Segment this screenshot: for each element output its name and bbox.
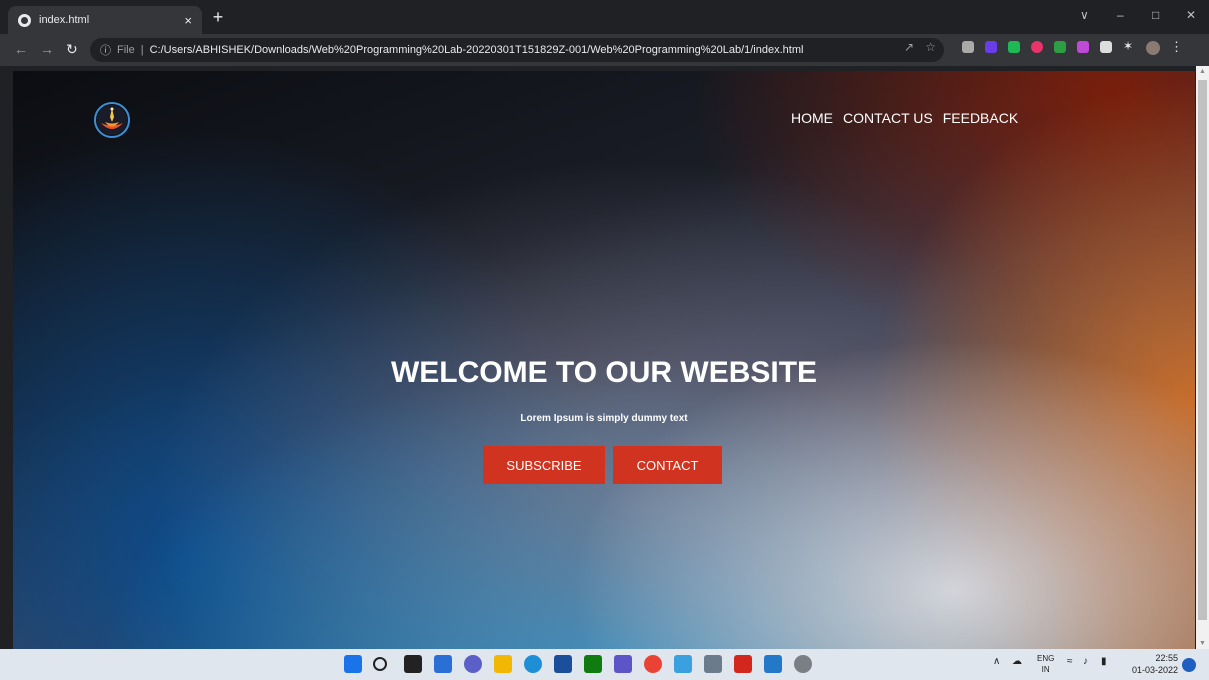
clock-date: 01-03-2022 [1131,665,1178,675]
logo-icon[interactable] [93,101,131,139]
taskbar [0,649,1209,680]
search-icon[interactable] [373,657,387,671]
language-indicator[interactable]: ENG IN [1037,653,1054,675]
maximize-icon[interactable]: □ [1152,8,1159,22]
forward-icon[interactable]: → [40,41,54,57]
notification-icon[interactable] [1182,658,1196,672]
clock[interactable]: 22:55 01-03-2022 [1128,652,1178,676]
globe-icon [18,13,31,27]
contact-button[interactable]: CONTACT [613,446,722,484]
violet-extension-icon[interactable] [1077,41,1089,53]
url-text: C:/Users/ABHISHEK/Downloads/Web%20Progra… [149,44,804,56]
subscribe-button[interactable]: SUBSCRIBE [483,446,605,484]
file-label: File [117,44,135,56]
chrome-canary-icon[interactable] [794,655,812,673]
lang-bottom: IN [1041,665,1050,674]
hero-title: WELCOME TO OUR WEBSITE [390,356,818,389]
tab-title: index.html [39,14,90,26]
green-extension-icon[interactable] [1008,41,1020,53]
document-icon[interactable] [674,655,692,673]
top-nav: HOME CONTACT US FEEDBACK [791,110,1018,126]
minimize-icon[interactable]: – [1117,8,1124,22]
lang-top: ENG [1037,654,1055,663]
camera-extension-icon[interactable] [962,41,974,53]
nav-home-link[interactable]: HOME [791,110,833,126]
info-icon[interactable]: ⓘ [100,42,111,58]
notepad-icon[interactable] [704,655,722,673]
file-explorer-icon[interactable] [494,655,512,673]
chat-extension-icon[interactable] [1054,41,1066,53]
wifi-icon[interactable]: ≈ [1067,656,1073,667]
hero-subtitle: Lorem Ipsum is simply dummy text [520,413,688,424]
extensions-puzzle-icon[interactable]: ✶ [1123,39,1135,53]
nav-contact-us-link[interactable]: CONTACT US [843,110,933,126]
xbox-icon[interactable] [584,655,602,673]
scroll-up-icon[interactable]: ▲ [1199,68,1206,75]
address-bar[interactable]: ⓘ File | C:/Users/ABHISHEK/Downloads/Web… [90,38,944,62]
page-viewport: HOME CONTACT US FEEDBACK WELCOME TO OUR … [13,71,1195,649]
start-icon[interactable] [344,655,362,673]
scrollbar[interactable]: ▲ ▼ [1196,66,1209,649]
task-view-icon[interactable] [404,655,422,673]
back-icon[interactable]: ← [14,41,28,57]
menu-dots-icon[interactable]: ⋮ [1170,39,1183,54]
tab-close-icon[interactable]: × [184,13,192,28]
reload-icon[interactable]: ↻ [66,41,78,58]
clock-time: 22:55 [1155,653,1178,663]
purple-extension-icon[interactable] [985,41,997,53]
pen-extension-icon[interactable] [1100,41,1112,53]
bookmark-star-icon[interactable]: ☆ [925,40,936,54]
store-icon[interactable] [554,655,572,673]
separator: | [140,44,144,56]
new-tab-button[interactable]: + [208,7,228,27]
browser-tab[interactable]: index.html × [8,6,202,34]
volume-icon[interactable]: ♪ [1083,656,1088,667]
chat-icon[interactable] [464,655,482,673]
vscode-icon[interactable] [764,655,782,673]
chevron-up-icon[interactable]: ∧ [993,656,1000,667]
scroll-down-icon[interactable]: ▼ [1199,640,1206,647]
share-icon[interactable]: ↗ [904,40,914,54]
toolbar: ← → ↻ ⓘ File | C:/Users/ABHISHEK/Downloa… [0,34,1209,66]
profile-avatar[interactable] [1146,41,1160,55]
close-window-icon[interactable]: ✕ [1186,8,1196,22]
battery-icon[interactable]: ▮ [1101,656,1107,667]
pink-extension-icon[interactable] [1031,41,1043,53]
chrome-icon[interactable] [644,655,662,673]
app-icon[interactable] [614,655,632,673]
onedrive-icon[interactable]: ☁ [1012,656,1022,667]
widgets-icon[interactable] [434,655,452,673]
acrobat-icon[interactable] [734,655,752,673]
tab-search-icon[interactable]: ∨ [1080,8,1089,22]
scrollbar-thumb[interactable] [1198,80,1207,620]
edge-icon[interactable] [524,655,542,673]
nav-feedback-link[interactable]: FEEDBACK [943,110,1018,126]
